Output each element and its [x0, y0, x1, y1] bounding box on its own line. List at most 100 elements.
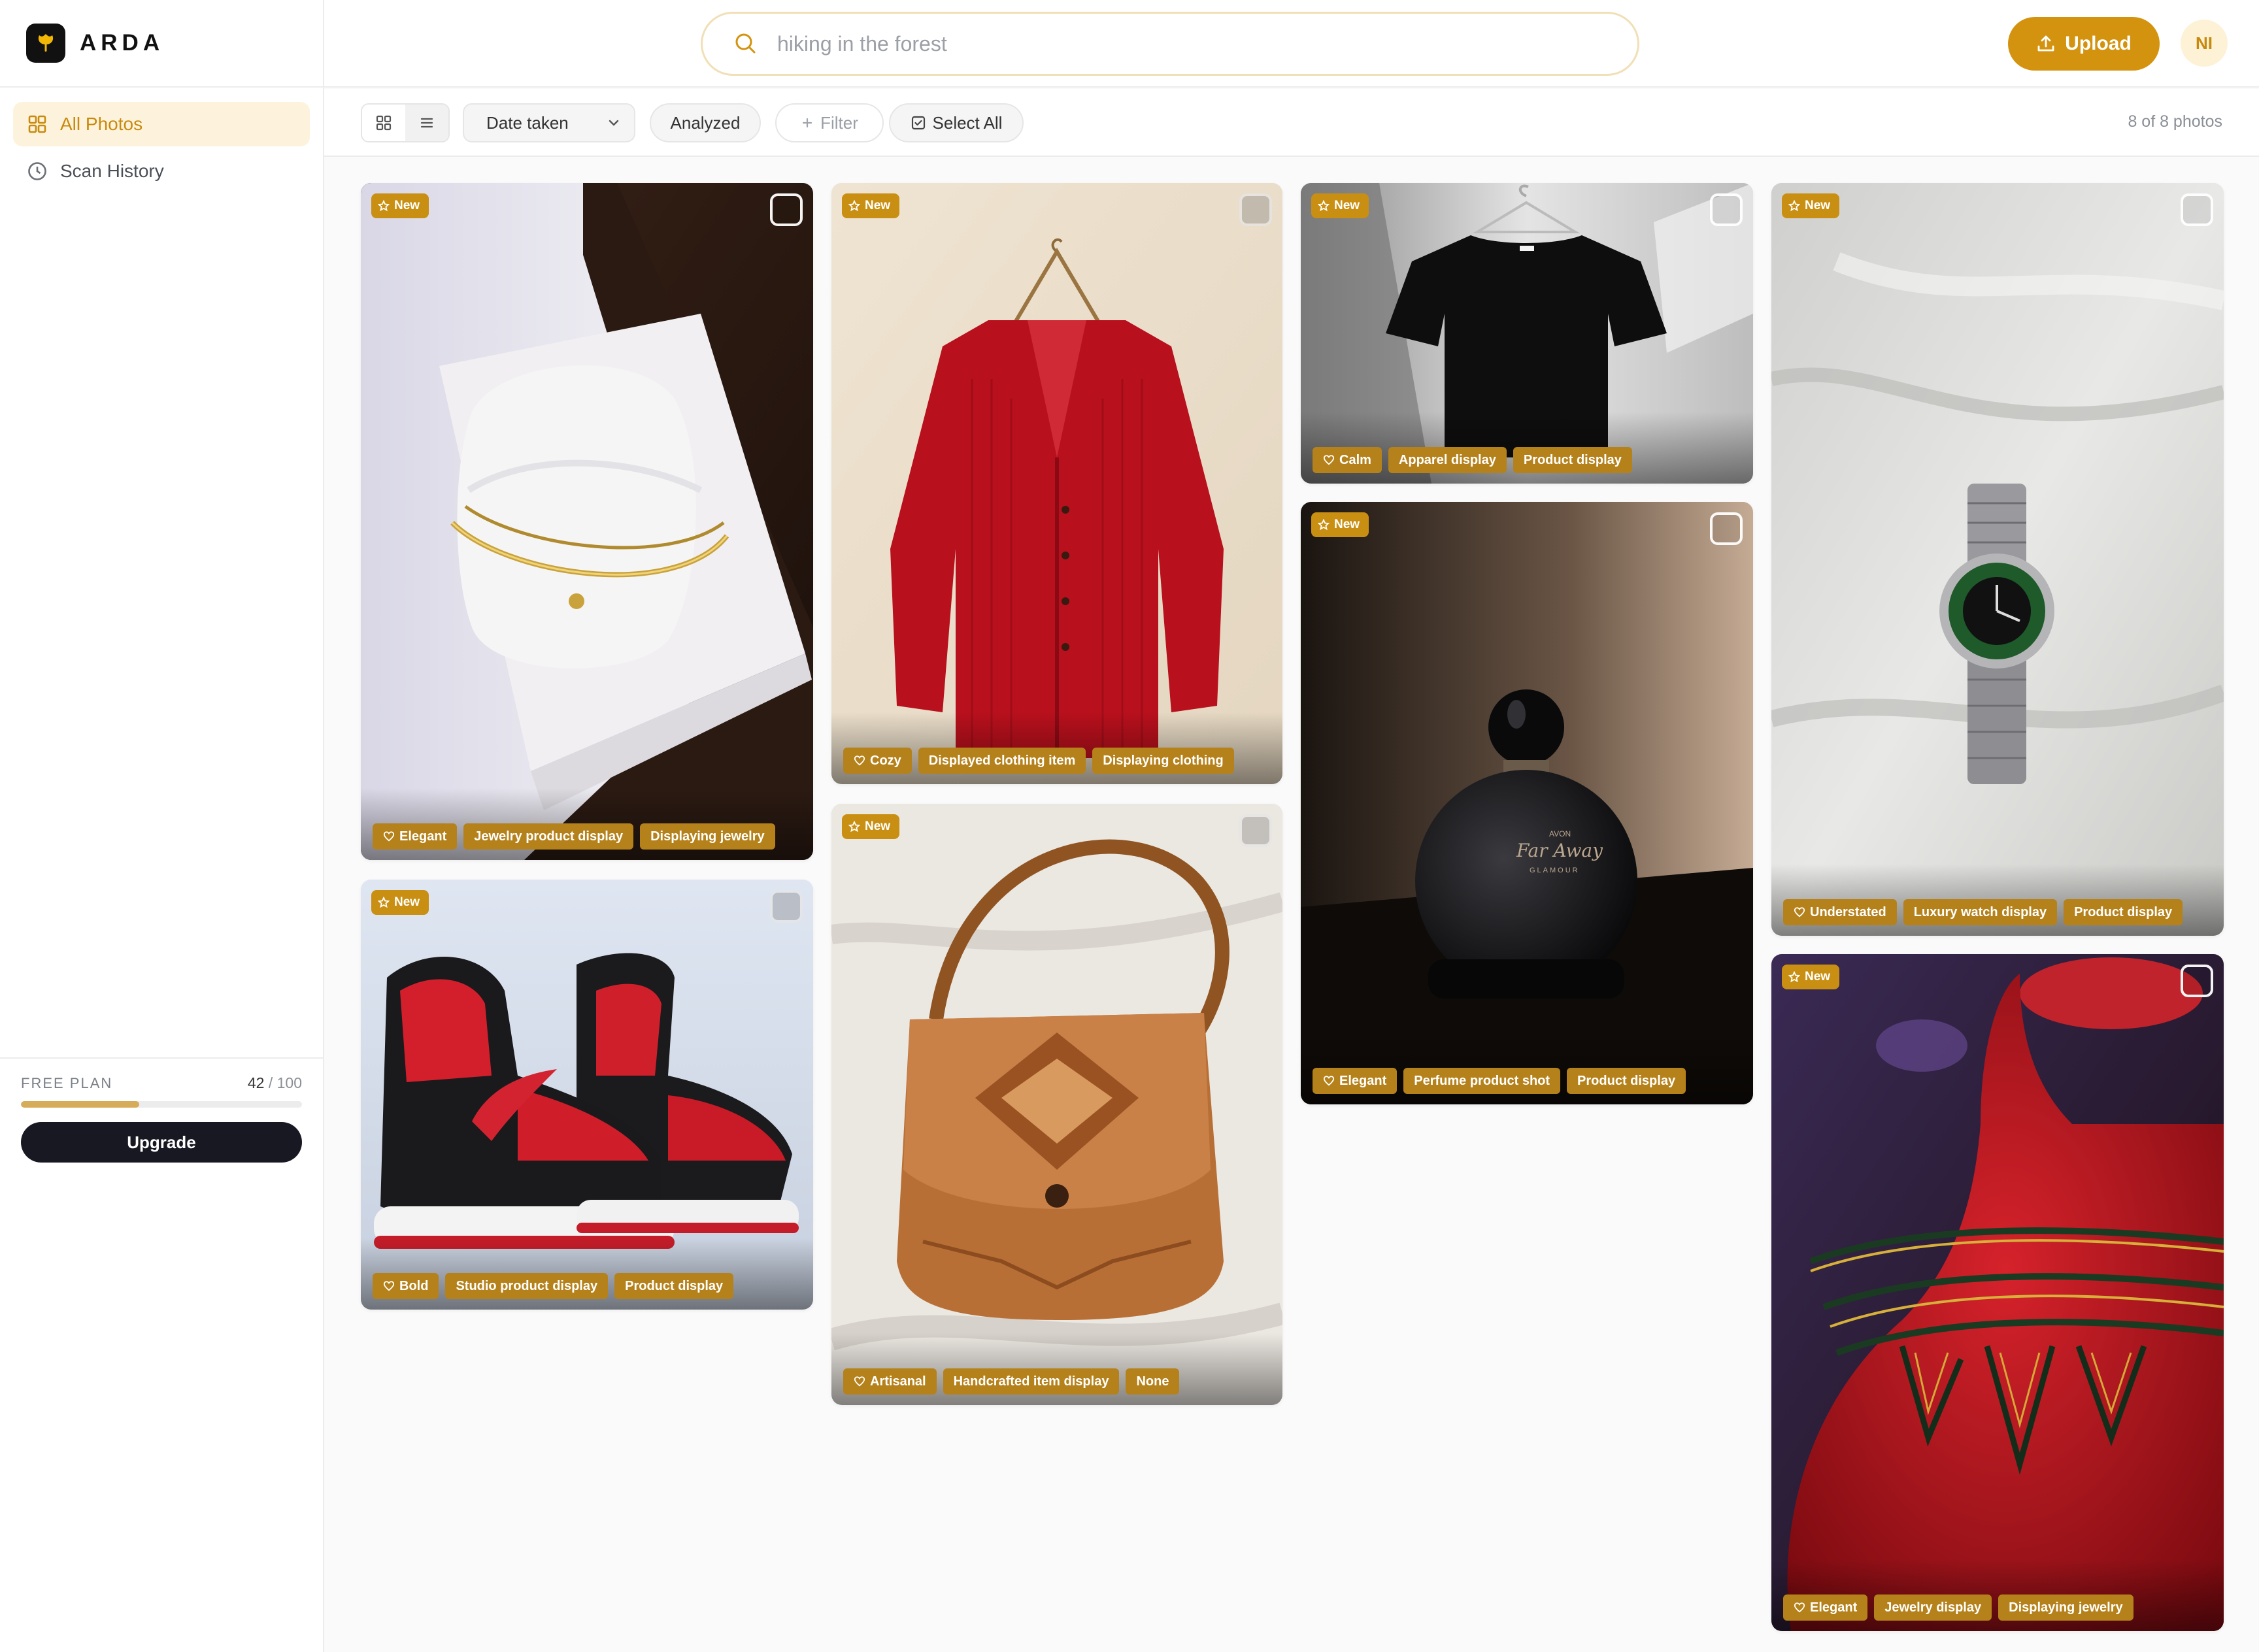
new-badge: New [1311, 512, 1369, 537]
analyzed-filter-chip[interactable]: Analyzed [650, 103, 761, 142]
necklace-photo [1771, 954, 2224, 1631]
tag: Luxury watch display [1903, 899, 2058, 925]
photo-card[interactable]: New Artisanal Handcrafted item display N… [831, 804, 1282, 1405]
mood-tag: Cozy [843, 748, 912, 774]
select-checkbox[interactable] [770, 890, 803, 923]
select-checkbox[interactable] [2181, 965, 2213, 997]
star-icon [378, 897, 390, 908]
sidebar-item-label: All Photos [60, 114, 143, 134]
filter-label: Filter [820, 112, 858, 133]
plus-icon [801, 116, 814, 129]
mood-tag: Artisanal [843, 1368, 937, 1395]
sidebar-item-label: Scan History [60, 161, 164, 181]
new-badge: New [842, 193, 900, 218]
new-badge: New [371, 890, 429, 915]
bottle-name-label: Far Away [1516, 840, 1603, 861]
new-badge: New [371, 193, 429, 218]
tag-label: Elegant [1810, 1600, 1858, 1615]
select-all-button[interactable]: Select All [889, 103, 1024, 142]
select-checkbox[interactable] [1710, 512, 1743, 545]
tag: Jewelry display [1874, 1594, 1992, 1621]
tag-list: Calm Apparel display Product display [1313, 447, 1632, 473]
grid-icon [26, 113, 48, 135]
star-icon [848, 200, 860, 212]
ginkgo-logo-icon [26, 24, 65, 63]
select-checkbox[interactable] [2181, 193, 2213, 226]
photo-card[interactable]: New Elegant Jewelry product display Disp… [361, 183, 813, 860]
select-checkbox[interactable] [1710, 193, 1743, 226]
sidebar-item-all-photos[interactable]: All Photos [13, 102, 310, 146]
sort-select[interactable]: Date taken [463, 103, 635, 142]
brand[interactable]: ARDA [0, 0, 323, 88]
tag-list: Cozy Displayed clothing item Displaying … [843, 748, 1234, 774]
tag-list: Elegant Jewelry display Displaying jewel… [1783, 1594, 2134, 1621]
tag-list: Elegant Jewelry product display Displayi… [373, 823, 775, 850]
badge-label: New [394, 895, 420, 909]
new-badge: New [1782, 193, 1840, 218]
search-bar[interactable] [701, 12, 1639, 76]
mood-tag: Elegant [373, 823, 458, 850]
heart-icon [383, 831, 395, 842]
tag: Handcrafted item display [943, 1368, 1120, 1395]
checkbox-icon [911, 115, 926, 131]
plan-usage-fill [21, 1101, 139, 1108]
search-icon [733, 31, 759, 57]
sidebar-nav: All Photos Scan History [0, 88, 323, 210]
tag: Studio product display [445, 1273, 609, 1299]
chevron-down-icon [609, 120, 619, 126]
plan-limit: / 100 [268, 1074, 302, 1091]
select-checkbox[interactable] [1239, 814, 1272, 847]
heart-icon [1323, 1075, 1335, 1087]
tag-label: Cozy [870, 753, 901, 768]
select-checkbox[interactable] [1239, 193, 1272, 226]
sidebar-item-scan-history[interactable]: Scan History [13, 149, 310, 193]
plan-panel: FREE PLAN 42 / 100 Upgrade [0, 1057, 323, 1175]
photo-card[interactable]: New Elegant Jewelry display Displaying j… [1771, 954, 2224, 1631]
photo-card[interactable]: New Bold Studio product display Product … [361, 880, 813, 1310]
photo-card[interactable]: AVON Far Away GLAMOUR New Elegant Perfum… [1301, 502, 1753, 1104]
top-bar: Upload NI [324, 0, 2259, 88]
photo-count: 8 of 8 photos [2128, 112, 2222, 131]
select-checkbox[interactable] [770, 193, 803, 226]
gallery-toolbar: Date taken Analyzed Filter Select All 8 … [324, 89, 2259, 157]
list-view-button[interactable] [405, 105, 448, 141]
avatar[interactable]: NI [2181, 20, 2228, 67]
plan-used: 42 [247, 1074, 265, 1091]
tag: Displayed clothing item [918, 748, 1086, 774]
mood-tag: Elegant [1783, 1594, 1868, 1621]
star-icon [848, 821, 860, 833]
heart-icon [854, 1376, 865, 1387]
tag: Perfume product shot [1403, 1068, 1561, 1094]
tag-label: Calm [1339, 452, 1371, 467]
heart-icon [1794, 1602, 1805, 1613]
sort-label: Date taken [486, 112, 569, 133]
mood-tag: Bold [373, 1273, 439, 1299]
photo-card[interactable]: New Cozy Displayed clothing item Display… [831, 183, 1282, 784]
plan-label: FREE PLAN [21, 1074, 113, 1091]
mood-tag: Understated [1783, 899, 1897, 925]
badge-label: New [1805, 199, 1831, 212]
tag-label: Understated [1810, 904, 1886, 919]
view-toggle [361, 103, 450, 142]
upgrade-button[interactable]: Upgrade [21, 1122, 302, 1163]
photo-card[interactable]: New Understated Luxury watch display Pro… [1771, 183, 2224, 936]
mood-tag: Elegant [1313, 1068, 1397, 1094]
upload-button[interactable]: Upload [2008, 17, 2160, 71]
tag: Displaying clothing [1092, 748, 1234, 774]
grid-view-button[interactable] [362, 105, 405, 141]
tag: Displaying jewelry [640, 823, 775, 850]
tag-list: Bold Studio product display Product disp… [373, 1273, 734, 1299]
filter-button[interactable]: Filter [775, 103, 884, 142]
tag: Product display [1513, 447, 1632, 473]
leather-bag-photo [831, 804, 1282, 1405]
photo-card[interactable]: New Calm Apparel display Product display [1301, 183, 1753, 484]
plan-usage-bar [21, 1101, 302, 1108]
star-icon [1318, 200, 1330, 212]
search-input[interactable] [777, 31, 1562, 56]
star-icon [1318, 519, 1330, 531]
new-badge: New [1782, 965, 1840, 989]
watch-photo [1771, 183, 2224, 936]
bracelet-photo [361, 183, 813, 860]
new-badge: New [842, 814, 900, 839]
grid-icon [376, 115, 392, 131]
